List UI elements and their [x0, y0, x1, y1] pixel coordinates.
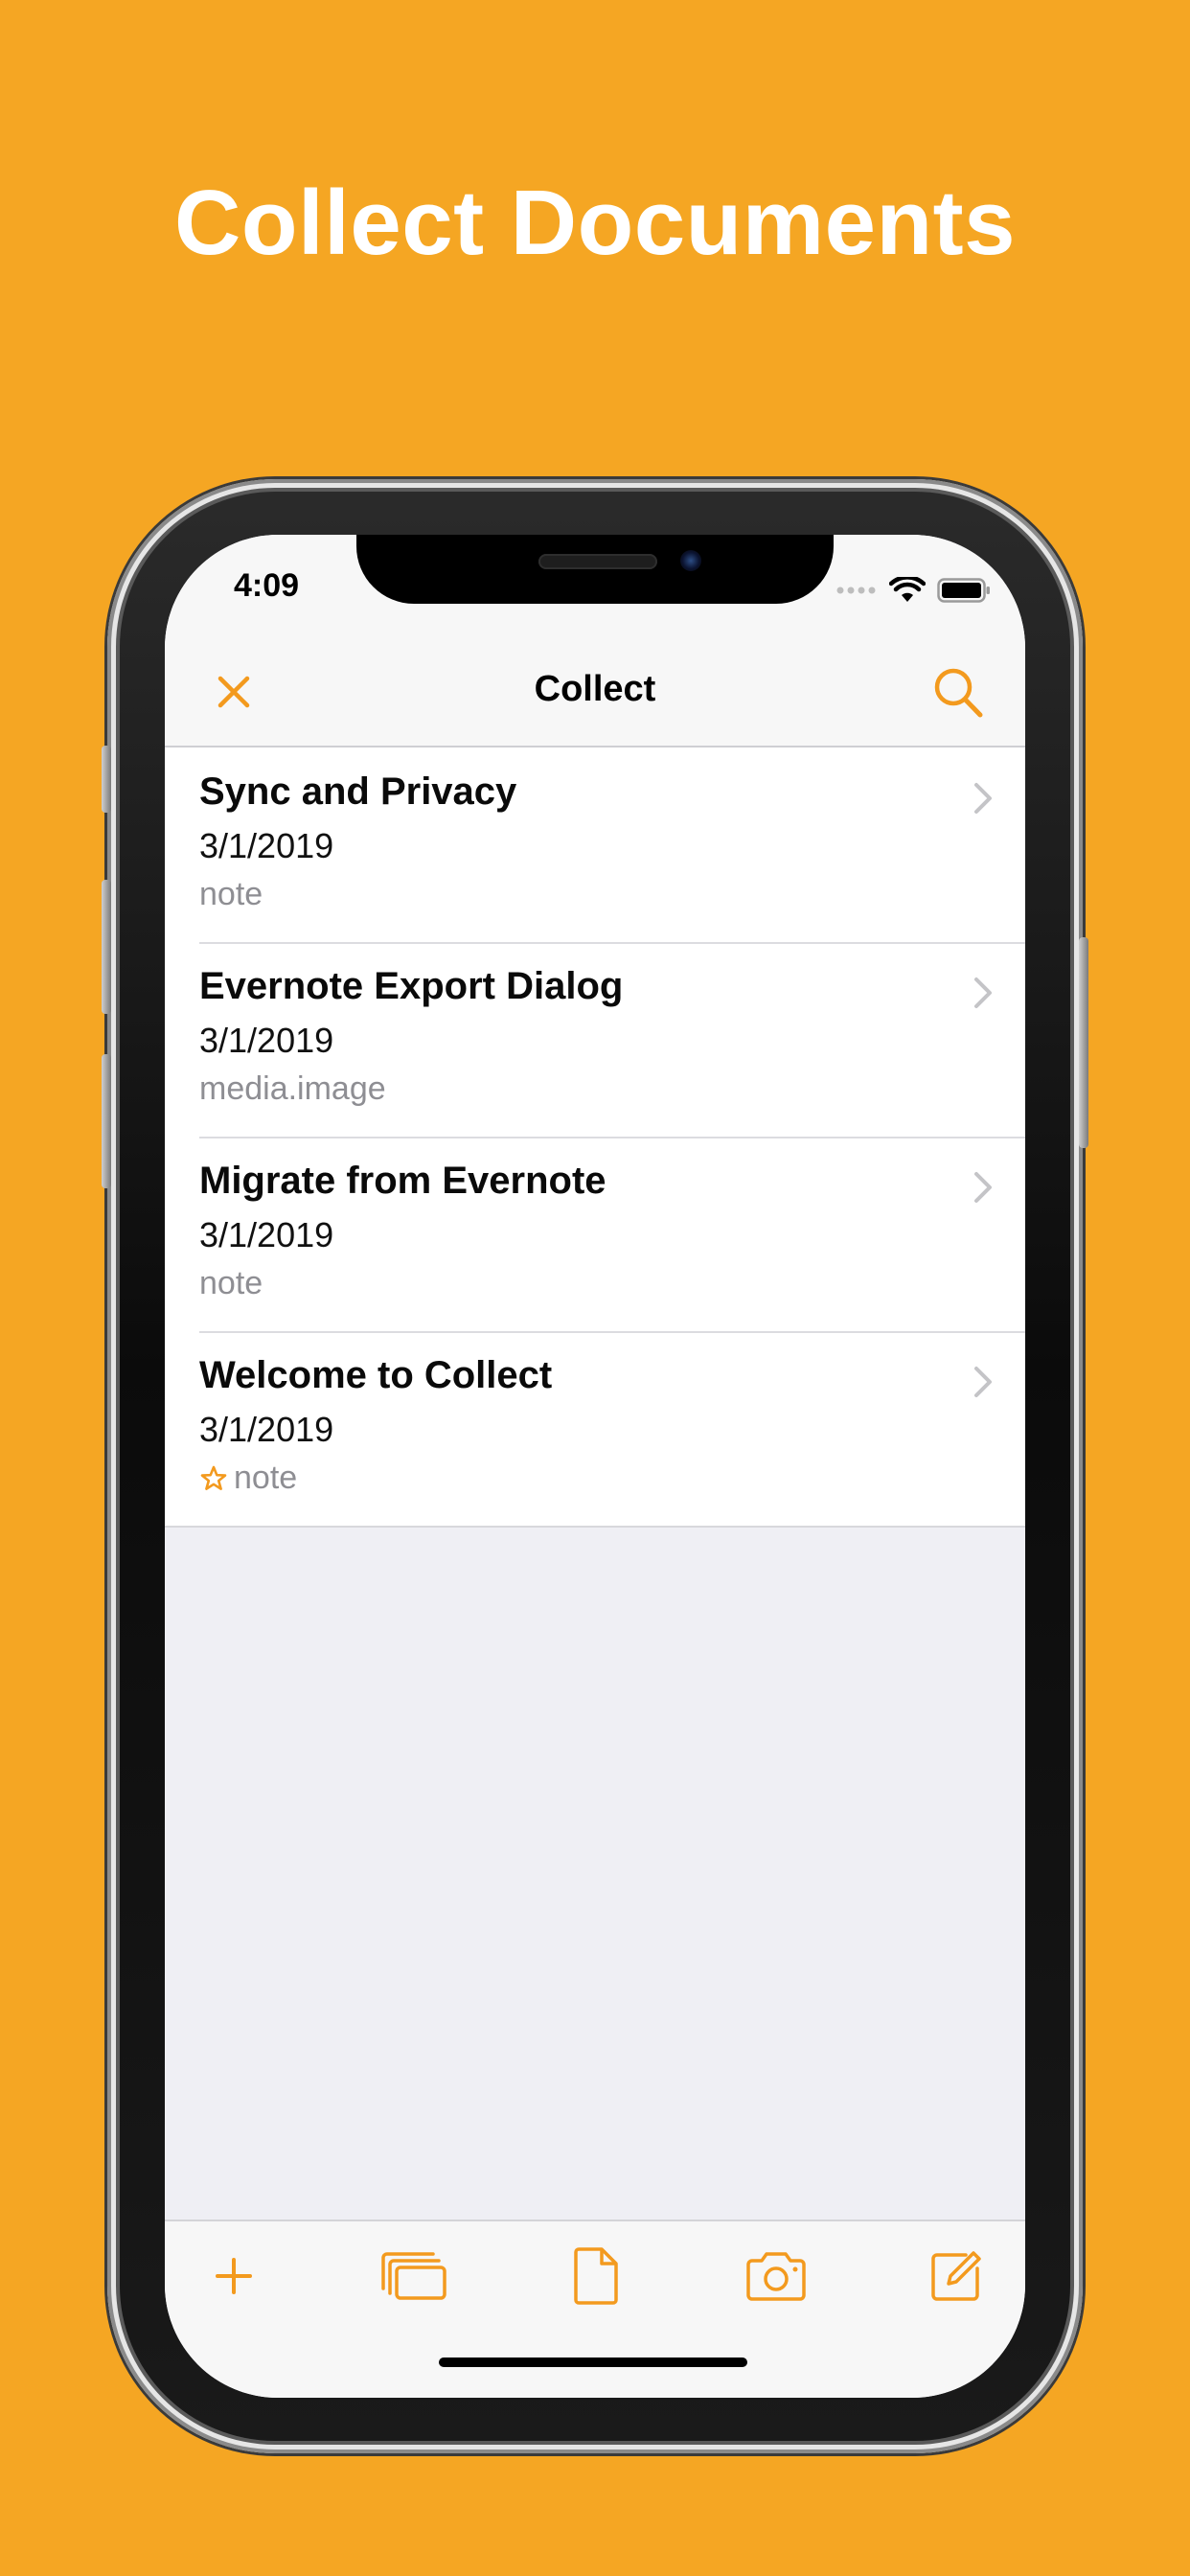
- bottom-toolbar: [165, 2220, 1025, 2398]
- document-title: Sync and Privacy: [199, 770, 517, 813]
- volume-down-button: [102, 1054, 111, 1188]
- document-date: 3/1/2019: [199, 1410, 334, 1449]
- document-date: 3/1/2019: [199, 1021, 334, 1060]
- collections-button[interactable]: [376, 2242, 452, 2310]
- document-type-label: note: [199, 876, 263, 912]
- phone-frame: 4:09 Collect Sync and Privacy 3/1/2019 n…: [102, 479, 1088, 2453]
- document-list: Sync and Privacy 3/1/2019 note Evernote …: [165, 748, 1025, 1528]
- add-icon: [216, 2258, 252, 2294]
- document-type: note: [199, 1265, 263, 1302]
- front-camera: [680, 550, 701, 571]
- document-icon: [574, 2247, 618, 2305]
- star-icon: [200, 1465, 227, 1490]
- document-type: media.image: [199, 1070, 386, 1108]
- camera-button[interactable]: [738, 2242, 814, 2310]
- navigation-bar: Collect: [165, 640, 1025, 748]
- document-title: Welcome to Collect: [199, 1354, 553, 1396]
- document-title: Evernote Export Dialog: [199, 965, 624, 1007]
- list-item[interactable]: Sync and Privacy 3/1/2019 note: [165, 748, 1025, 942]
- chevron-right-icon: [974, 1172, 992, 1203]
- search-icon[interactable]: [931, 665, 985, 721]
- home-indicator[interactable]: [439, 2358, 747, 2367]
- list-item[interactable]: Evernote Export Dialog 3/1/2019 media.im…: [165, 942, 1025, 1137]
- document-type-label: media.image: [199, 1070, 386, 1107]
- wifi-icon: [889, 577, 926, 602]
- power-button: [1079, 937, 1088, 1148]
- chevron-right-icon: [974, 783, 992, 814]
- document-type-label: note: [199, 1265, 263, 1301]
- compose-icon: [931, 2251, 981, 2301]
- collections-icon: [381, 2252, 446, 2300]
- earpiece-speaker: [538, 554, 657, 569]
- nav-title: Collect: [534, 669, 656, 709]
- cellular-signal-icon: [836, 586, 876, 594]
- battery-icon: [937, 578, 990, 603]
- document-type: note: [199, 876, 263, 913]
- chevron-right-icon: [974, 1367, 992, 1397]
- add-button[interactable]: [195, 2242, 272, 2310]
- screen: 4:09 Collect Sync and Privacy 3/1/2019 n…: [165, 535, 1025, 2398]
- chevron-right-icon: [974, 978, 992, 1008]
- headline: Collect Documents: [174, 172, 1016, 274]
- document-title: Migrate from Evernote: [199, 1160, 606, 1202]
- notch: [356, 535, 834, 604]
- document-type-label: note: [234, 1460, 298, 1496]
- volume-up-button: [102, 880, 111, 1014]
- camera-icon: [746, 2252, 806, 2301]
- document-date: 3/1/2019: [199, 1215, 334, 1254]
- compose-button[interactable]: [918, 2242, 995, 2310]
- status-indicators: [835, 577, 991, 604]
- list-item[interactable]: Migrate from Evernote 3/1/2019 note: [165, 1137, 1025, 1331]
- status-time: 4:09: [234, 567, 300, 604]
- new-document-button[interactable]: [557, 2242, 633, 2310]
- list-item[interactable]: Welcome to Collect 3/1/2019 note: [165, 1331, 1025, 1526]
- document-type: note: [199, 1460, 297, 1497]
- mute-switch: [102, 746, 111, 813]
- document-date: 3/1/2019: [199, 826, 334, 865]
